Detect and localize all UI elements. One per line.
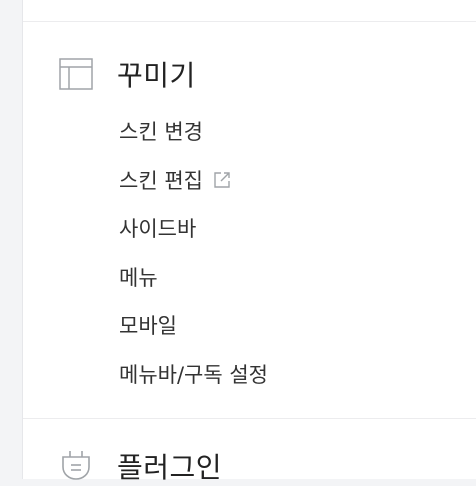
layout-icon [59, 57, 93, 91]
menu-item-label: 메뉴 [119, 265, 158, 290]
admin-sidebar-panel: 꾸미기 스킨 변경 스킨 편집 사이드바 메뉴 모바일 메뉴바/구독 설정 플러… [22, 0, 476, 484]
menu-item-mobile[interactable]: 모바일 [119, 301, 268, 350]
menu-item-label: 스킨 변경 [119, 120, 203, 145]
menu-item-skin-change[interactable]: 스킨 변경 [119, 107, 268, 156]
section-header-plugin[interactable]: 플러그인 [59, 446, 222, 486]
plug-icon [59, 449, 93, 483]
menu-item-label: 메뉴바/구독 설정 [119, 362, 268, 387]
section-title-plugin: 플러그인 [117, 451, 223, 484]
external-link-icon [213, 171, 231, 189]
menu-item-label: 스킨 편집 [119, 168, 203, 193]
menu-item-menu[interactable]: 메뉴 [119, 253, 268, 302]
menu-item-label: 모바일 [119, 314, 177, 339]
section-divider [23, 418, 476, 419]
section-title-decorate: 꾸미기 [117, 59, 196, 92]
decorate-menu-list: 스킨 변경 스킨 편집 사이드바 메뉴 모바일 메뉴바/구독 설정 [119, 107, 268, 398]
section-divider [23, 21, 476, 22]
section-header-decorate[interactable]: 꾸미기 [59, 54, 196, 94]
menu-item-menubar-subscribe[interactable]: 메뉴바/구독 설정 [119, 350, 268, 399]
menu-item-label: 사이드바 [119, 217, 197, 242]
menu-item-skin-edit[interactable]: 스킨 편집 [119, 156, 268, 205]
menu-item-sidebar[interactable]: 사이드바 [119, 204, 268, 253]
